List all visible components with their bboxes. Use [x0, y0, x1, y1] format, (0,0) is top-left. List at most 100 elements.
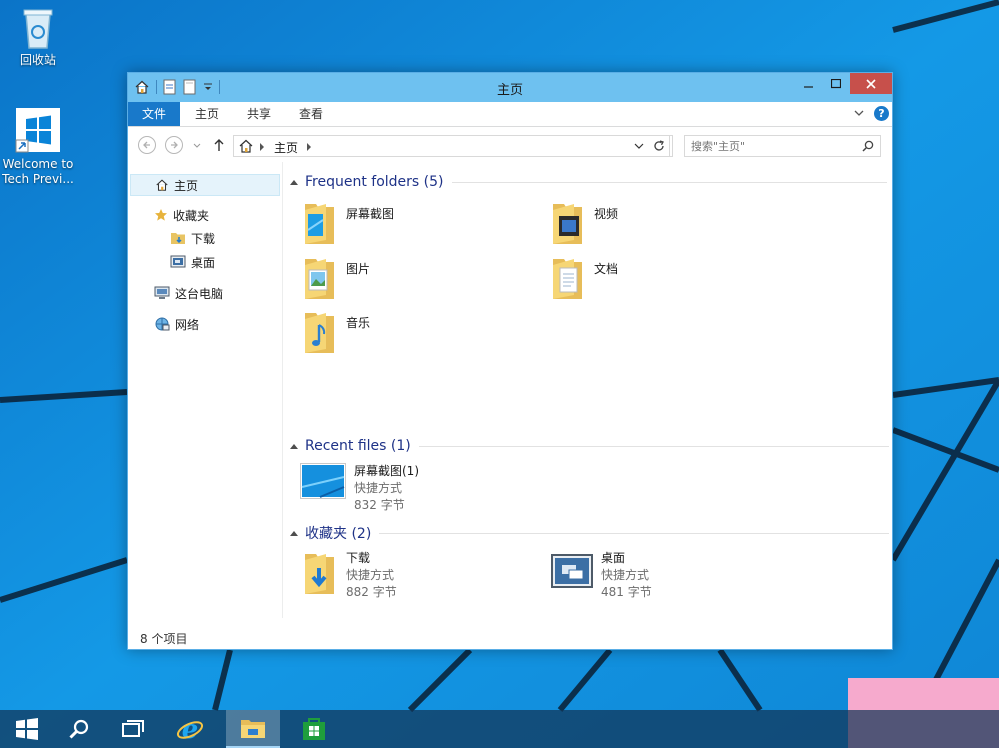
collapse-triangle-icon[interactable] — [290, 443, 298, 449]
minimize-button[interactable] — [796, 73, 822, 94]
welcome-icon — [15, 108, 60, 153]
start-button[interactable] — [0, 710, 54, 748]
ie-icon: e — [176, 715, 204, 744]
task-view-icon — [122, 720, 144, 737]
nav-item-downloads[interactable]: 下载 — [170, 227, 215, 249]
downloads-folder-icon — [171, 233, 185, 244]
favorite-size: 882 字节 — [346, 585, 397, 599]
nav-item-home-label: 主页 — [174, 178, 199, 193]
file-size: 832 字节 — [354, 498, 405, 512]
store-icon — [303, 718, 325, 740]
welcome-shortcut[interactable]: Welcome to Tech Previ... — [0, 106, 76, 187]
folder-name: 图片 — [346, 262, 371, 276]
ribbon-tabs: 文件 主页 共享 查看 ? — [128, 102, 892, 127]
recycle-bin[interactable]: 回收站 — [0, 6, 76, 68]
search-input[interactable] — [691, 138, 851, 154]
star-icon — [155, 209, 167, 221]
address-bar[interactable]: 主页 — [233, 135, 673, 157]
internet-explorer-button[interactable]: e — [163, 710, 217, 748]
tab-file[interactable]: 文件 — [128, 102, 180, 126]
content-pane: Frequent folders (5) 屏幕截图 视频 图片 文档 音乐 Re… — [284, 162, 892, 618]
folder-tile[interactable]: 视频 — [550, 200, 618, 246]
breadcrumb-separator-icon[interactable] — [307, 143, 312, 151]
arrow-left-icon — [143, 141, 150, 149]
window-title: 主页 — [496, 83, 523, 98]
tab-share[interactable]: 共享 — [238, 102, 280, 126]
breadcrumb-separator-icon[interactable] — [260, 143, 265, 151]
group-header-frequent-folders[interactable]: Frequent folders (5) — [290, 172, 887, 192]
minimize-icon — [804, 85, 813, 88]
tab-view[interactable]: 查看 — [290, 102, 332, 126]
file-explorer-window: 主页 文件 主页 共享 查看 ? 主页 搜索"主页" 主页 收藏夹 下载 桌面 … — [127, 72, 893, 650]
breadcrumb-home[interactable]: 主页 — [274, 139, 298, 156]
folder-tile[interactable]: 图片 — [302, 255, 370, 301]
help-button[interactable]: ? — [874, 106, 889, 121]
navigation-pane: 主页 收藏夹 下载 桌面 这台电脑 网络 — [128, 162, 283, 618]
group-header-favorites[interactable]: 收藏夹 (2) — [290, 523, 890, 543]
nav-item-this-pc[interactable]: 这台电脑 — [154, 282, 223, 304]
search-icon[interactable] — [862, 140, 874, 152]
group-header-recent-files[interactable]: Recent files (1) — [290, 436, 889, 456]
favorite-name: 桌面 — [601, 551, 626, 565]
screenshots-folder-icon — [305, 204, 334, 244]
computer-icon — [154, 286, 170, 299]
search-box[interactable] — [684, 135, 881, 157]
folder-tile[interactable]: 屏幕截图 — [302, 200, 394, 246]
screenshot-thumbnail-icon — [300, 463, 346, 499]
title-bar[interactable]: 主页 — [128, 73, 892, 102]
expand-ribbon-chevron-icon[interactable] — [853, 107, 865, 119]
file-explorer-taskbar-button[interactable] — [226, 710, 280, 748]
arrow-right-icon — [171, 141, 178, 149]
maximize-icon — [831, 78, 841, 88]
recycle-bin-label: 回收站 — [19, 53, 56, 67]
maximize-button[interactable] — [823, 73, 849, 94]
downloads-folder-icon — [305, 554, 334, 594]
folder-name: 文档 — [594, 262, 619, 276]
close-button[interactable] — [850, 73, 892, 94]
svg-text:e: e — [182, 715, 199, 744]
forward-button[interactable] — [165, 136, 183, 154]
status-bar-item-count: 8 个项目 — [140, 632, 188, 646]
file-type: 快捷方式 — [354, 481, 403, 495]
recent-file-tile[interactable]: 屏幕截图(1) 快捷方式 832 字节 — [300, 463, 419, 514]
network-icon — [155, 317, 170, 331]
refresh-button[interactable] — [648, 135, 670, 157]
taskbar: e — [0, 710, 999, 748]
search-button[interactable] — [52, 710, 106, 748]
nav-item-favorites-label: 收藏夹 — [173, 208, 210, 223]
favorite-type: 快捷方式 — [601, 568, 650, 582]
task-view-button[interactable] — [106, 710, 160, 748]
folder-name: 屏幕截图 — [346, 207, 395, 221]
close-icon — [866, 78, 876, 89]
recent-locations-chevron-icon[interactable] — [193, 143, 201, 149]
refresh-icon — [653, 140, 664, 151]
group-title: 收藏夹 (2) — [305, 526, 372, 542]
navigation-bar: 主页 — [128, 128, 892, 162]
nav-item-network[interactable]: 网络 — [154, 313, 199, 335]
up-arrow-icon[interactable] — [213, 138, 225, 152]
store-button[interactable] — [287, 710, 341, 748]
group-divider — [451, 181, 887, 183]
folder-tile[interactable]: 文档 — [550, 255, 618, 301]
favorite-tile[interactable]: 桌面 快捷方式 481 字节 — [551, 551, 652, 601]
folder-name: 视频 — [594, 207, 619, 221]
videos-folder-icon — [553, 204, 582, 244]
documents-folder-icon — [553, 259, 582, 299]
favorite-tile[interactable]: 下载 快捷方式 882 字节 — [302, 550, 397, 601]
group-divider — [379, 532, 890, 534]
collapse-triangle-icon[interactable] — [290, 530, 298, 536]
nav-item-favorites[interactable]: 收藏夹 — [154, 204, 209, 226]
explorer-icon — [241, 720, 265, 738]
start-icon — [16, 718, 38, 740]
nav-item-desktop[interactable]: 桌面 — [170, 251, 215, 273]
folder-tile[interactable]: 音乐 — [302, 309, 370, 355]
desktop-icon — [170, 255, 186, 268]
nav-item-this-pc-label: 这台电脑 — [175, 286, 224, 301]
tab-home[interactable]: 主页 — [186, 102, 228, 126]
nav-item-home[interactable]: 主页 — [130, 174, 280, 196]
collapse-triangle-icon[interactable] — [290, 179, 298, 185]
music-folder-icon — [305, 313, 334, 353]
group-title: Frequent folders (5) — [305, 174, 444, 190]
back-button[interactable] — [138, 136, 156, 154]
address-history-chevron-icon[interactable] — [634, 143, 644, 151]
